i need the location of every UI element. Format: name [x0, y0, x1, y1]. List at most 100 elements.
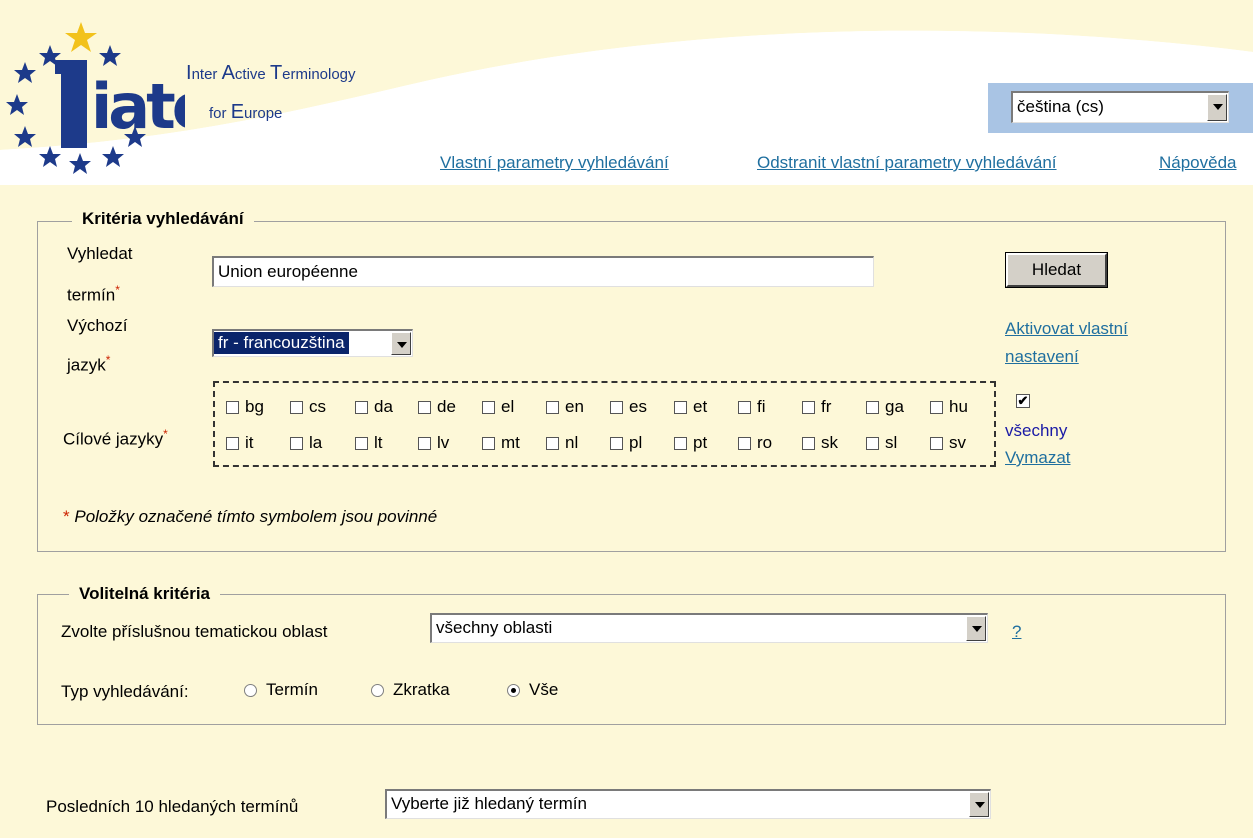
domain-help-link[interactable]: ? [1012, 620, 1021, 644]
language-checkbox-fi[interactable]: fi [738, 397, 766, 417]
checkbox-icon [546, 436, 559, 450]
language-checkbox-pl[interactable]: pl [610, 433, 642, 453]
search-type-all-radio[interactable]: Vše [507, 680, 558, 700]
term-label-line1: Vyhledat [67, 244, 133, 263]
checkbox-icon [226, 400, 239, 414]
optional-criteria-legend: Volitelná kritéria [69, 584, 221, 604]
language-checkbox-mt[interactable]: mt [482, 433, 520, 453]
checkbox-icon [290, 400, 303, 414]
term-input[interactable]: Union européenne [212, 256, 874, 287]
language-checkbox-el[interactable]: el [482, 397, 514, 417]
language-checkbox-it[interactable]: it [226, 433, 254, 453]
checkbox-icon [290, 436, 303, 450]
language-checkbox-de[interactable]: de [418, 397, 456, 417]
checkbox-icon [738, 400, 751, 414]
page-header: iate Inter Active Terminology for Europe… [0, 0, 1253, 185]
checkbox-icon [610, 436, 623, 450]
language-code-label: nl [565, 433, 579, 452]
checkbox-icon [482, 400, 495, 414]
language-code-label: lv [437, 433, 450, 452]
domain-label: Zvolte příslušnou tematickou oblast [61, 622, 328, 641]
language-code-label: da [374, 397, 393, 416]
language-checkbox-lt[interactable]: lt [355, 433, 383, 453]
checkbox-icon [226, 436, 239, 450]
checkbox-icon [418, 436, 431, 450]
checkbox-icon [930, 436, 943, 450]
language-code-label: fr [821, 397, 832, 416]
recent-terms-select[interactable]: Vyberte již hledaný termín [385, 789, 991, 819]
checkbox-icon [866, 436, 879, 450]
domain-select-value: všechny oblasti [436, 618, 553, 637]
language-code-label: en [565, 397, 584, 416]
language-checkbox-fr[interactable]: fr [802, 397, 831, 417]
language-checkbox-cs[interactable]: cs [290, 397, 326, 417]
language-checkbox-ro[interactable]: ro [738, 433, 772, 453]
language-code-label: bg [245, 397, 264, 416]
language-checkbox-ga[interactable]: ga [866, 397, 904, 417]
language-checkbox-pt[interactable]: pt [674, 433, 707, 453]
all-languages-label: všechny [1005, 421, 1068, 440]
search-type-term-radio[interactable]: Termín [244, 680, 318, 700]
radio-icon [244, 683, 257, 697]
language-code-label: hu [949, 397, 968, 416]
custom-params-link[interactable]: Vlastní parametry vyhledávání [440, 153, 669, 173]
recent-terms-label: Posledních 10 hledaných termínů [46, 797, 299, 816]
radio-selected-icon [507, 683, 520, 697]
language-checkbox-sk[interactable]: sk [802, 433, 838, 453]
language-code-label: cs [309, 397, 326, 416]
remove-custom-params-link[interactable]: Odstranit vlastní parametry vyhledávání [757, 153, 1057, 173]
language-code-label: sk [821, 433, 838, 452]
language-code-label: lt [374, 433, 383, 452]
logo-tagline-line2: for Europe [209, 101, 283, 123]
checkbox-icon [802, 436, 815, 450]
checkbox-icon [610, 400, 623, 414]
language-checkbox-da[interactable]: da [355, 397, 393, 417]
checkbox-icon [866, 400, 879, 414]
checkbox-icon [738, 436, 751, 450]
language-checkbox-la[interactable]: la [290, 433, 322, 453]
search-type-abbreviation-radio[interactable]: Zkratka [371, 680, 450, 700]
target-languages-label: Cílové jazyky* [63, 427, 168, 449]
checkbox-icon [418, 400, 431, 414]
language-code-label: ro [757, 433, 773, 452]
logo-word: iate [91, 70, 185, 143]
chevron-down-icon[interactable] [966, 616, 986, 641]
checkbox-icon [546, 400, 559, 414]
language-select-value: čeština (cs) [1017, 97, 1104, 116]
domain-select[interactable]: všechny oblasti [430, 613, 988, 643]
language-select[interactable]: čeština (cs) [1011, 91, 1229, 123]
radio-icon [371, 683, 384, 697]
language-checkbox-lv[interactable]: lv [418, 433, 449, 453]
source-label-line1: Výchozí [67, 316, 128, 335]
checkbox-icon [930, 400, 943, 414]
chevron-down-icon[interactable] [1207, 94, 1227, 121]
required-note: * Položky označené tímto symbolem jsou p… [63, 507, 438, 526]
language-code-label: el [501, 397, 515, 416]
search-button[interactable]: Hledat [1005, 252, 1108, 288]
language-code-label: pl [629, 433, 643, 452]
language-code-label: it [245, 433, 254, 452]
language-checkbox-sv[interactable]: sv [930, 433, 966, 453]
logo-tagline-line1: Inter Active Terminology [186, 62, 356, 84]
search-criteria-legend: Kritéria vyhledávání [72, 209, 254, 229]
source-language-select[interactable]: fr - francouzština [212, 329, 413, 357]
help-link[interactable]: Nápověda [1159, 153, 1237, 173]
language-checkbox-et[interactable]: et [674, 397, 707, 417]
language-code-label: pt [693, 433, 708, 452]
activate-custom-link-line1[interactable]: Aktivovat vlastní [1005, 317, 1128, 341]
language-checkbox-es[interactable]: es [610, 397, 647, 417]
language-checkbox-hu[interactable]: hu [930, 397, 968, 417]
all-languages-checkbox[interactable]: ✔ [1016, 394, 1030, 408]
clear-languages-link[interactable]: Vymazat [1005, 446, 1071, 470]
checkbox-icon [802, 400, 815, 414]
language-checkbox-en[interactable]: en [546, 397, 584, 417]
language-checkbox-sl[interactable]: sl [866, 433, 897, 453]
chevron-down-icon[interactable] [391, 332, 411, 355]
activate-custom-link-line2[interactable]: nastavení [1005, 345, 1079, 369]
chevron-down-icon[interactable] [969, 792, 989, 817]
recent-terms-value: Vyberte již hledaný termín [391, 794, 587, 813]
target-languages-box [213, 381, 996, 467]
language-checkbox-nl[interactable]: nl [546, 433, 578, 453]
iate-logo: iate [6, 22, 185, 174]
language-checkbox-bg[interactable]: bg [226, 397, 264, 417]
